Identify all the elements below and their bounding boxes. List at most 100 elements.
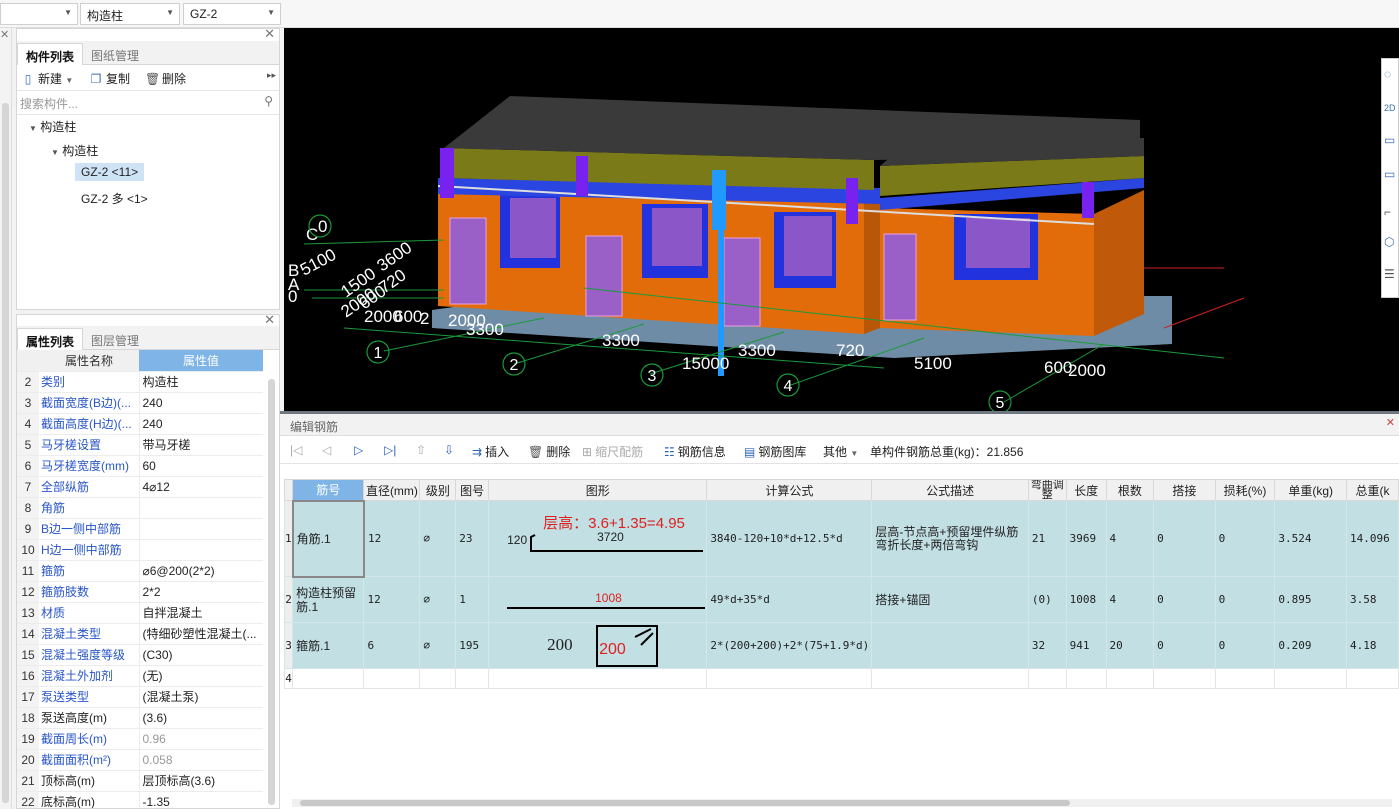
cell-rebar-name[interactable]: 构造柱预留筋.1 [292,576,365,623]
cell-formula[interactable]: 2*(200+200)+2*(75+1.9*d) [706,622,873,669]
cell-figure-no[interactable]: 23 [455,500,490,577]
cell-shape[interactable]: 200 200 [488,622,708,669]
tab-layer-management[interactable]: 图层管理 [83,328,147,350]
col-length[interactable]: 长度 [1065,479,1107,501]
col-loss[interactable]: 损耗(%) [1214,479,1276,501]
property-row[interactable]: 18 泵送高度(m) (3.6) [17,707,263,729]
property-row[interactable]: 14 混凝土类型 (特细砂塑性混凝土(... [17,623,263,645]
property-value[interactable]: (特细砂塑性混凝土(... [139,623,263,645]
col-unit-weight[interactable]: 单重(kg) [1274,479,1347,501]
cell-formula[interactable]: 49*d+35*d [706,576,873,623]
cell-diameter[interactable]: 6 [363,622,421,669]
component-select[interactable]: GZ-2 ▼ [183,3,281,25]
list-icon[interactable]: ☰ [1384,267,1395,281]
tree-item-gz2-multi[interactable]: GZ-2 多 <1> [81,190,148,207]
cell-length[interactable]: 1008 [1065,576,1107,623]
cell-figure-no[interactable]: 195 [455,622,490,669]
cell-bend-adjust[interactable]: (0) [1027,576,1067,623]
last-record-icon[interactable]: ▷| [384,443,396,457]
col-figure-no[interactable]: 图号 [455,479,490,501]
cell-total-weight[interactable]: 3.58 [1346,576,1399,623]
close-icon[interactable]: ✕ [264,26,275,42]
col-bend-adjust[interactable]: 弯曲调整 [1027,479,1067,501]
floor-select[interactable]: ▼ [0,3,78,25]
property-value[interactable]: (3.6) [139,707,263,729]
cell-formula-desc[interactable]: 搭接+锚固 [871,576,1029,623]
insert-button[interactable]: ⇉ 插入 [472,443,509,460]
tab-component-list[interactable]: 构件列表 [17,43,84,65]
more-icon[interactable]: ▸▸ [267,70,276,81]
delete-button[interactable]: 🗑 删除 [145,70,186,87]
property-row[interactable]: 4 截面高度(H边)(... 240 [17,413,263,435]
cell-formula-desc[interactable]: 层高-节点高+预留埋件纵筋弯折长度+两倍弯钩 [871,500,1029,577]
cell-rebar-name[interactable]: 角筋.1 [291,499,365,578]
property-value[interactable]: 构造柱 [139,371,263,393]
cell-total-weight[interactable]: 14.096 [1346,500,1399,577]
property-value[interactable] [139,539,263,561]
cell-figure-no[interactable]: 1 [455,576,490,623]
property-row[interactable]: 17 泵送类型 (混凝土泵) [17,686,263,708]
prev-record-icon[interactable]: ◁ [322,443,331,457]
property-row[interactable]: 10 H边一侧中部筋 [17,539,263,561]
cell-loss[interactable]: 0 [1214,500,1276,577]
cell-bend-adjust[interactable]: 32 [1027,622,1067,669]
col-lap[interactable]: 搭接 [1153,479,1216,501]
cell-count[interactable]: 20 [1105,622,1155,669]
tab-drawing-management[interactable]: 图纸管理 [83,43,147,65]
cell-lap[interactable]: 0 [1153,500,1216,577]
new-button[interactable]: ▯ 新建 ▼ [21,70,74,87]
property-value[interactable]: 层顶标高(3.6) [139,770,263,792]
2d-view-icon[interactable]: 2D [1384,103,1396,113]
rebar-info-button[interactable]: ☷ 钢筋信息 [664,443,726,460]
cell-grade[interactable]: ⌀ [419,622,457,669]
col-count[interactable]: 根数 [1105,479,1155,501]
property-value[interactable]: 带马牙槎 [139,434,263,456]
property-value[interactable]: -1.35 [139,791,263,808]
property-value[interactable]: 自拌混凝土 [139,602,263,624]
scale-rebar-button[interactable]: ⊞ 缩尺配筋 [582,443,643,460]
property-value[interactable] [139,518,263,540]
property-row[interactable]: 19 截面周长(m) 0.96 [17,728,263,750]
3d-viewport[interactable]: C 0 B A 0 5100 1500 3600 600 720 2000 20… [284,28,1399,411]
rebar-library-button[interactable]: ▤ 钢筋图库 [744,443,806,460]
cell-shape[interactable]: 层高：3.6+1.35=4.95 120 3720 [488,500,708,577]
copy-button[interactable]: ❐ 复制 [89,70,130,87]
cell-diameter[interactable]: 12 [363,500,421,577]
orbit-icon[interactable]: ◌ [1384,67,1391,81]
cell-rebar-name[interactable]: 箍筋.1 [292,622,365,669]
property-row[interactable]: 3 截面宽度(B边)(... 240 [17,392,263,414]
property-row[interactable]: 16 混凝土外加剂 (无) [17,665,263,687]
property-value[interactable]: (混凝土泵) [139,686,263,708]
property-row[interactable]: 12 箍筋肢数 2*2 [17,581,263,603]
cell-lap[interactable]: 0 [1153,622,1216,669]
property-value[interactable]: (无) [139,665,263,687]
property-row[interactable]: 11 箍筋 ⌀6@200(2*2) [17,560,263,582]
3d-view-icon[interactable]: ▭ [1384,167,1395,181]
cell-length[interactable]: 3969 [1065,500,1107,577]
property-row[interactable]: 6 马牙槎宽度(mm) 60 [17,455,263,477]
tree-node-root[interactable]: ▼ 构造柱 [29,118,76,135]
col-formula-desc[interactable]: 公式描述 [871,479,1029,501]
cell-formula[interactable]: 3840-120+10*d+12.5*d [706,500,873,577]
property-row[interactable]: 20 截面面积(m²) 0.058 [17,749,263,771]
table-row[interactable]: 4 [283,668,1399,689]
horizontal-scrollbar[interactable] [292,799,1392,807]
cell-loss[interactable]: 0 [1214,576,1276,623]
property-value[interactable]: ⌀6@200(2*2) [139,560,263,582]
move-up-icon[interactable]: ⇧ [416,443,426,457]
tree-item-gz2[interactable]: GZ-2 <11> [75,163,145,181]
property-value[interactable]: 60 [139,455,263,477]
cell-diameter[interactable]: 12 [363,576,421,623]
cell-bend-adjust[interactable]: 21 [1027,500,1067,577]
col-formula[interactable]: 计算公式 [706,479,873,501]
property-row[interactable]: 22 底标高(m) -1.35 [17,791,263,808]
property-row[interactable]: 7 全部纵筋 4⌀12 [17,476,263,498]
property-value[interactable]: 240 [139,413,263,435]
property-row[interactable]: 15 混凝土强度等级 (C30) [17,644,263,666]
scrollbar[interactable] [2,103,9,803]
property-row[interactable]: 8 角筋 [17,497,263,519]
col-rebar-no[interactable]: 筋号 [292,479,365,501]
property-row[interactable]: 9 B边一侧中部筋 [17,518,263,540]
col-grade[interactable]: 级别 [419,479,457,501]
next-record-icon[interactable]: ▷ [354,443,363,457]
